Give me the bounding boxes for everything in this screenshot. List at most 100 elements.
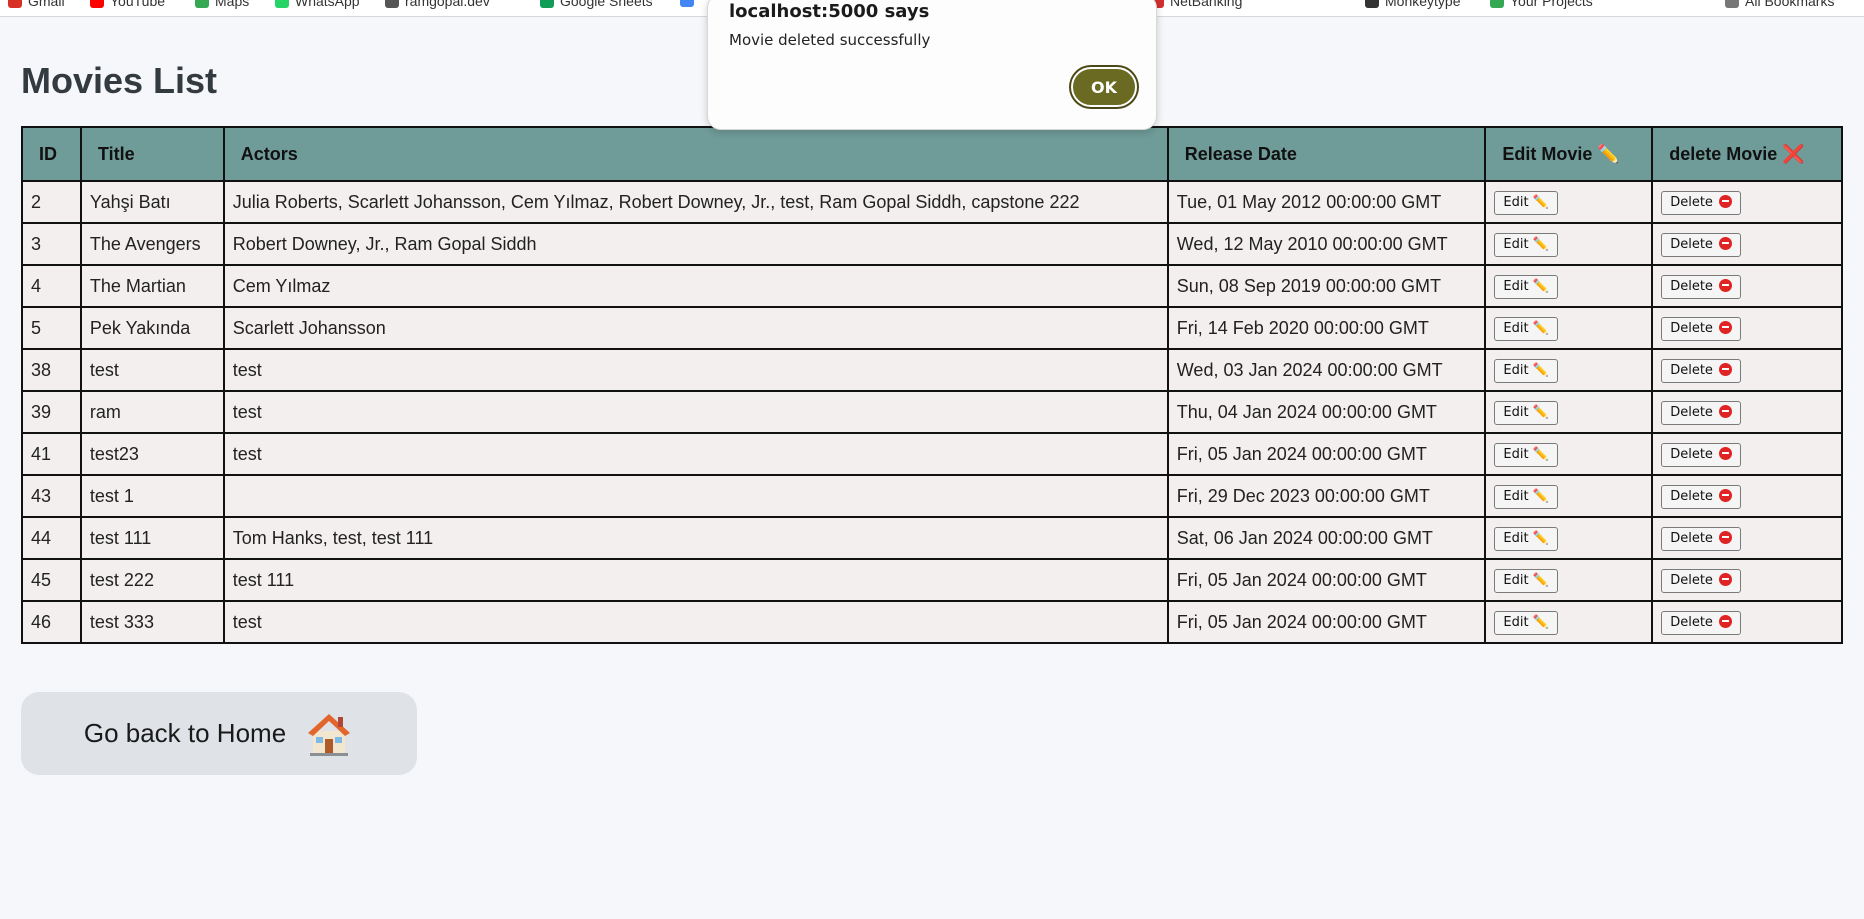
bookmark-favicon-icon [90,0,104,8]
bookmark-favicon-icon [1725,0,1739,8]
cell-edit: Edit ✏️ [1484,180,1654,224]
header-release-date: Release Date [1166,126,1487,182]
cell-actors: Robert Downey, Jr., Ram Gopal Siddh [222,222,1169,266]
delete-button[interactable]: Delete [1661,484,1742,509]
cell-edit: Edit ✏️ [1484,222,1654,266]
bookmark-label: Your Projects [1510,0,1593,9]
go-home-button[interactable]: Go back to Home [21,692,417,775]
edit-button[interactable]: Edit ✏️ [1494,358,1558,383]
delete-button[interactable]: Delete [1661,274,1742,299]
edit-button[interactable]: Edit ✏️ [1494,484,1558,509]
no-entry-icon [1719,278,1733,292]
header-id: ID [21,126,82,182]
cell-edit: Edit ✏️ [1484,432,1654,476]
delete-button[interactable]: Delete [1661,568,1742,593]
cell-id: 5 [21,306,82,350]
bookmark-item[interactable]: All Bookmarks [1725,0,1834,9]
delete-button[interactable]: Delete [1661,190,1742,215]
cell-release-date: Fri, 29 Dec 2023 00:00:00 GMT [1166,474,1487,518]
cell-delete: Delete [1651,474,1843,518]
bookmark-item[interactable]: NetBanking [1150,0,1242,9]
go-home-label: Go back to Home [83,718,287,748]
cell-title: ram [79,390,225,434]
cell-edit: Edit ✏️ [1484,264,1654,308]
no-entry-icon [1719,488,1733,502]
cell-title: test 1 [79,474,225,518]
delete-button[interactable]: Delete [1661,358,1742,383]
table-row: 5 Pek Yakında Scarlett Johansson Fri, 14 Fe… [21,306,1843,350]
cell-edit: Edit ✏️ [1484,558,1654,602]
table-header-row: ID Title Actors Release Date Edit Movie … [21,126,1843,182]
edit-button[interactable]: Edit ✏️ [1494,190,1558,215]
bookmark-favicon-icon [540,0,554,8]
bookmark-item[interactable]: ramgopal.dev [385,0,490,9]
bookmark-label: ramgopal.dev [405,0,490,9]
table-row: 4 The Martian Cem Yılmaz Sun, 08 Sep 2019 0… [21,264,1843,308]
table-row: 3 The Avengers Robert Downey, Jr., Ram Gop… [21,222,1843,266]
cell-id: 39 [21,390,82,434]
delete-button-label: Delete [1670,446,1713,462]
cell-release-date: Fri, 14 Feb 2020 00:00:00 GMT [1166,306,1487,350]
bookmark-item[interactable]: Gmail [8,0,65,9]
bookmark-item[interactable] [680,0,700,7]
cell-actors: Julia Roberts, Scarlett Johansson, Cem Y… [222,180,1169,224]
delete-button[interactable]: Delete [1661,400,1742,425]
delete-button[interactable]: Delete [1661,442,1742,467]
no-entry-icon [1719,320,1733,334]
edit-button[interactable]: Edit ✏️ [1494,526,1558,551]
cell-id: 38 [21,348,82,392]
cell-delete: Delete [1651,306,1843,350]
cell-release-date: Wed, 12 May 2010 00:00:00 GMT [1166,222,1487,266]
bookmark-item[interactable]: Monkeytype [1365,0,1460,9]
delete-button[interactable]: Delete [1661,316,1742,341]
bookmark-item[interactable]: YouTube [90,0,165,9]
no-entry-icon [1719,194,1733,208]
alert-dialog: localhost:5000 says Movie deleted succes… [707,0,1157,130]
delete-button-label: Delete [1670,530,1713,546]
cell-release-date: Thu, 04 Jan 2024 00:00:00 GMT [1166,390,1487,434]
delete-button[interactable]: Delete [1661,610,1742,635]
cell-id: 3 [21,222,82,266]
cell-edit: Edit ✏️ [1484,348,1654,392]
ok-button[interactable]: OK [1071,67,1137,107]
table-row: 2 Yahşi Batı Julia Roberts, Scarlett Johan… [21,180,1843,224]
bookmark-favicon-icon [680,0,694,7]
cell-actors: test [222,600,1169,644]
edit-button[interactable]: Edit ✏️ [1494,232,1558,257]
cell-delete: Delete [1651,600,1843,644]
edit-button[interactable]: Edit ✏️ [1494,400,1558,425]
no-entry-icon [1719,236,1733,250]
edit-button[interactable]: Edit ✏️ [1494,568,1558,593]
cell-title: test 333 [79,600,225,644]
bookmark-item[interactable]: Maps [195,0,249,9]
delete-button-label: Delete [1670,320,1713,336]
edit-button[interactable]: Edit ✏️ [1494,316,1558,341]
edit-button[interactable]: Edit ✏️ [1494,442,1558,467]
table-row: 46 test 333 test Fri, 05 Jan 2024 00:00:00 … [21,600,1843,644]
bookmark-item[interactable]: WhatsApp [275,0,360,9]
bookmark-label: Gmail [28,0,65,9]
delete-button-label: Delete [1670,572,1713,588]
page-title: Movies List [21,60,218,101]
delete-button[interactable]: Delete [1661,526,1742,551]
no-entry-icon [1719,404,1733,418]
cell-release-date: Sat, 06 Jan 2024 00:00:00 GMT [1166,516,1487,560]
cell-delete: Delete [1651,516,1843,560]
cell-delete: Delete [1651,222,1843,266]
bookmark-item[interactable]: Your Projects [1490,0,1593,9]
bookmark-label: NetBanking [1170,0,1243,9]
bookmark-label: Maps [215,0,250,9]
cell-release-date: Wed, 03 Jan 2024 00:00:00 GMT [1166,348,1487,392]
bookmark-label: WhatsApp [295,0,360,9]
table-row: 41 test23 test Fri, 05 Jan 2024 00:00:00 GM… [21,432,1843,476]
header-delete-movie: delete Movie ❌ [1651,126,1843,182]
cell-id: 41 [21,432,82,476]
edit-button[interactable]: Edit ✏️ [1494,610,1558,635]
cell-title: Yahşi Batı [79,180,225,224]
delete-button-label: Delete [1670,278,1713,294]
cell-delete: Delete [1651,432,1843,476]
cell-edit: Edit ✏️ [1484,474,1654,518]
edit-button[interactable]: Edit ✏️ [1494,274,1558,299]
bookmark-item[interactable]: Google Sheets [540,0,653,9]
delete-button[interactable]: Delete [1661,232,1742,257]
